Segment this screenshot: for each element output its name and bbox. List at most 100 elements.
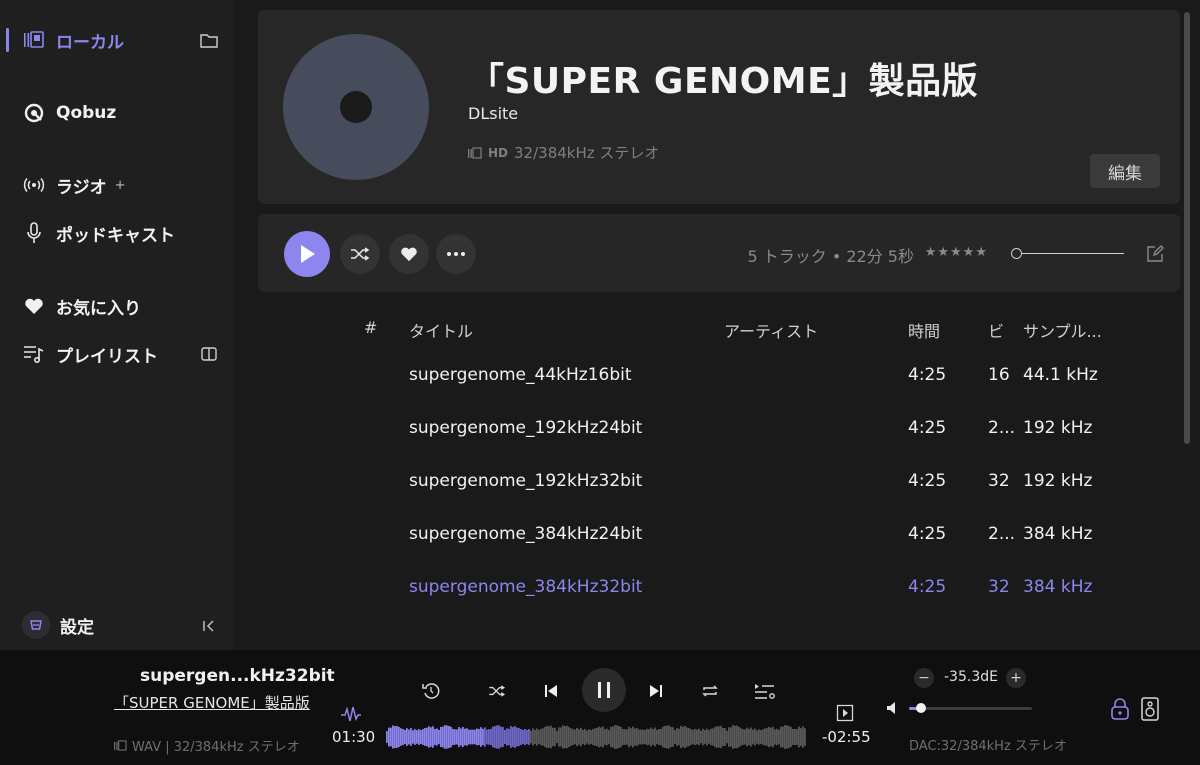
album-artist[interactable]: DLsite — [468, 104, 518, 123]
header-time[interactable]: 時間 — [908, 318, 940, 342]
waveform-bar — [710, 728, 712, 746]
waveform-bar — [640, 729, 642, 745]
waveform-bar — [394, 726, 396, 748]
waveform-bar — [654, 727, 656, 747]
waveform-bar — [444, 725, 446, 749]
shuffle-button[interactable] — [340, 234, 380, 274]
header-number[interactable]: # — [364, 318, 377, 337]
pause-button[interactable] — [582, 668, 626, 712]
waveform-bar — [534, 729, 536, 745]
waveform-bar — [678, 728, 680, 746]
slider-knob[interactable] — [1011, 248, 1022, 259]
now-playing-album-link[interactable]: 「SUPER GENOME」製品版 — [114, 692, 310, 713]
waveform-toggle-icon[interactable] — [340, 706, 362, 724]
waveform-bar — [456, 729, 458, 745]
waveform-bar — [796, 729, 798, 745]
header-artist[interactable]: アーティスト — [724, 318, 818, 342]
speaker-icon[interactable] — [886, 700, 904, 718]
rating-stars[interactable]: ★★★★★ — [925, 245, 988, 260]
waveform-bar — [482, 728, 484, 746]
waveform-bar — [682, 726, 684, 748]
waveform-bar — [404, 729, 406, 745]
main-content: 「SUPER GENOME」製品版 DLsite HD 32/384kHz ステ… — [244, 0, 1200, 650]
waveform-bar — [416, 730, 418, 744]
waveform-bar — [630, 728, 632, 746]
waveform-bar — [792, 729, 794, 745]
shuffle-button[interactable] — [486, 680, 508, 702]
table-row[interactable]: supergenome_192kHz32bit 4:25 32 192 kHz — [244, 471, 1200, 501]
play-button[interactable] — [284, 231, 330, 277]
waveform-bar — [802, 726, 804, 748]
waveform-bar — [680, 725, 682, 749]
waveform-bar — [742, 729, 744, 745]
waveform-bar — [492, 726, 494, 748]
waveform-bar — [606, 728, 608, 746]
waveform-bar — [752, 729, 754, 745]
waveform-bar — [542, 728, 544, 746]
collapse-sidebar-icon[interactable] — [200, 617, 218, 635]
waveform-bar — [486, 729, 488, 745]
waveform-bar — [600, 727, 602, 747]
sidebar-item-podcast[interactable]: ポッドキャスト — [22, 220, 175, 246]
waveform-bar — [408, 729, 410, 745]
waveform-bar — [716, 726, 718, 748]
table-row[interactable]: supergenome_44kHz16bit 4:25 16 44.1 kHz — [244, 365, 1200, 395]
next-button[interactable] — [645, 680, 667, 702]
sidebar-item-playlist[interactable]: プレイリスト — [22, 341, 158, 367]
waveform-bar — [722, 727, 724, 747]
waveform-bar — [400, 728, 402, 746]
waveform-bar — [418, 729, 420, 745]
waveform-bar — [760, 730, 762, 744]
add-radio-icon[interactable]: + — [115, 178, 126, 193]
dac-info: DAC:32/384kHz ステレオ — [909, 739, 1067, 754]
previous-button[interactable] — [540, 680, 562, 702]
sidebar-item-settings[interactable]: 設定 — [22, 611, 94, 639]
volume-down-button[interactable]: − — [914, 668, 934, 688]
table-row[interactable]: supergenome_192kHz24bit 4:25 2... 192 kH… — [244, 418, 1200, 448]
favorite-button[interactable] — [389, 234, 429, 274]
waveform-bar — [412, 730, 414, 744]
header-bit-depth[interactable]: ビ — [988, 318, 1004, 342]
lock-icon[interactable] — [1110, 698, 1130, 720]
header-sample-rate[interactable]: サンプル... — [1023, 318, 1102, 342]
heart-icon — [401, 247, 417, 262]
playlist-icon — [22, 342, 46, 366]
scrollbar[interactable] — [1184, 12, 1190, 444]
waveform-bar — [510, 726, 512, 748]
waveform-bar — [516, 727, 518, 747]
table-row[interactable]: supergenome_384kHz24bit 4:25 2... 384 kH… — [244, 524, 1200, 554]
waveform-bar — [498, 725, 500, 749]
remaining-time: -02:55 — [822, 728, 871, 746]
waveform-bar — [448, 725, 450, 749]
queue-button[interactable] — [754, 680, 776, 702]
waveform-bar — [554, 727, 556, 747]
rating-slider[interactable] — [1011, 248, 1124, 259]
repeat-button[interactable] — [699, 680, 721, 702]
sidebar-item-radio[interactable]: ラジオ + — [22, 172, 126, 198]
more-button[interactable] — [436, 234, 476, 274]
panel-toggle-icon[interactable] — [200, 345, 218, 363]
waveform-bar — [744, 729, 746, 745]
settings-icon — [22, 611, 50, 639]
volume-slider[interactable] — [909, 703, 1032, 713]
replay-button[interactable] — [420, 680, 442, 702]
quality-text: 32/384kHz ステレオ — [514, 144, 660, 162]
speaker-device-icon[interactable] — [1140, 697, 1160, 721]
header-title[interactable]: タイトル — [409, 318, 473, 342]
library-icon — [22, 28, 46, 52]
folder-icon[interactable] — [200, 31, 218, 49]
sidebar-item-qobuz[interactable]: Qobuz — [22, 100, 116, 126]
edit-button[interactable]: 編集 — [1090, 154, 1160, 188]
sidebar-item-local[interactable]: ローカル — [22, 27, 124, 53]
waveform-bar — [692, 729, 694, 745]
waveform-bar — [736, 725, 738, 749]
table-row-playing[interactable]: supergenome_384kHz32bit 4:25 32 384 kHz — [244, 577, 1200, 607]
play-box-icon[interactable] — [836, 704, 854, 722]
volume-knob[interactable] — [916, 703, 927, 713]
volume-up-button[interactable]: + — [1006, 668, 1026, 688]
waveform-bar — [732, 725, 734, 749]
seek-waveform[interactable] — [386, 724, 806, 750]
edit-icon[interactable] — [1146, 245, 1164, 263]
sidebar-item-favorites[interactable]: お気に入り — [22, 293, 141, 319]
waveform-bar — [658, 729, 660, 745]
